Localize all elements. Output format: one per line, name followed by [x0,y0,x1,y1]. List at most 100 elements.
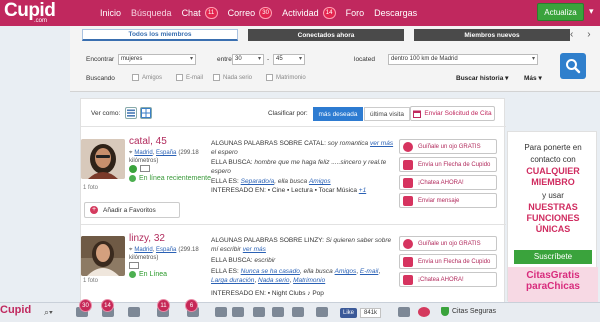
search-panel: Todos los miembros Conectados ahora Miem… [70,26,600,92]
location-block: ⌖ Madrid, España (299.18 kilómetros) [129,246,201,261]
view-toolbar: Ver como: Clasificar por: más deseada úl… [81,99,506,127]
rss-icon[interactable] [292,307,304,317]
seeks-label: ELLA BUSCA: [211,257,253,264]
nav-label: Búsqueda [131,8,172,18]
chat-now-button[interactable]: ¡Chatea AHORA! [399,175,497,190]
country-link[interactable]: España [156,247,176,253]
nav-busqueda[interactable]: Búsqueda [131,8,172,18]
nav-inicio[interactable]: Inicio [100,8,121,18]
sort-ultima-visita[interactable]: última visita [364,107,410,121]
youtube-icon[interactable] [272,307,284,317]
wink-button[interactable]: Guíñale un ojo GRATIS [399,236,497,251]
checkbox-amigos[interactable]: Amigos [132,74,162,81]
tab-miembros-nuevos[interactable]: Miembros nuevos [414,29,570,41]
seeks-link[interactable]: E-mail [360,268,378,275]
checkbox-nada-serio[interactable]: Nada serio [213,74,252,81]
wink-button[interactable]: Guíñale un ojo GRATIS [399,139,497,154]
photo-count: 1 foto [83,185,99,191]
search-history-dropdown[interactable]: Buscar historia ▾ [456,74,508,82]
is-value-link[interactable]: Separado/a [241,178,275,185]
banner-line-1: CitasGratis [526,270,580,281]
seeks-link[interactable]: Matrimonio [293,277,325,284]
checkbox-matrimonio[interactable]: Matrimonio [266,74,306,81]
chat-now-button[interactable]: ¡Chatea AHORA! [399,272,497,287]
more-dropdown[interactable]: Más ▾ [524,74,542,82]
chevron-down-icon[interactable]: ▾ [589,6,594,17]
interest-item: Cine [271,187,286,194]
gift-icon[interactable] [128,307,140,317]
profile-name[interactable]: catal, 45 [129,136,167,147]
ver-mas-link[interactable]: ver más [370,140,393,147]
age-from-select[interactable]: 30 [232,54,264,65]
is-label: ELLA ES: [211,268,239,275]
safe-dating-link[interactable]: Citas Seguras [441,307,496,316]
checkbox-email[interactable]: E-mail [176,74,203,81]
tab-todos-miembros[interactable]: Todos los miembros [82,29,238,41]
twitter-icon[interactable] [398,307,410,317]
cupid-logo[interactable]: Cupid .com [4,1,62,25]
calendar-icon [413,110,422,118]
nav-correo[interactable]: Correo 30 [228,7,273,19]
interests-text: INTERESADO EN: ▪ Cine ▪ Lectura ▪ Tocar … [211,186,396,195]
twitter-icon[interactable] [253,307,265,317]
chevron-left-icon[interactable]: ‹ [570,29,573,40]
cupid-arrow-button[interactable]: Envía un Flecha de Cupido [399,157,497,172]
profile-photo[interactable] [81,236,125,276]
city-link[interactable]: Madrid [134,150,152,156]
mobile-icon[interactable] [316,307,328,317]
search-icon[interactable]: ⌕▾ [44,307,53,318]
photo-icon[interactable] [232,307,244,317]
send-date-request-button[interactable]: Enviar Solicitud de Cita [410,106,495,121]
city-link[interactable]: Madrid [134,247,152,253]
like-count: 841k [360,308,382,318]
send-message-button[interactable]: Enviar mensaje [399,193,497,208]
cupid-arrow-button[interactable]: Envía un Flecha de Cupido [399,254,497,269]
is-value-link[interactable]: Nunca se ha casado [241,268,300,275]
more-interests-link[interactable]: +1 [359,187,366,194]
interests-label: INTERESADO EN: [211,290,266,297]
add-favorite-button[interactable]: + Añadir a Favoritos [84,202,180,218]
top-navigation: Cupid .com Inicio Búsqueda Chat 11 Correo… [0,0,600,26]
country-link[interactable]: España [156,150,176,156]
seeks-link[interactable]: Amigos [335,268,357,275]
nav-actividad[interactable]: Actividad 14 [282,7,336,19]
online-dot-icon [129,271,136,278]
citas-gratis-banner[interactable]: CitasGratis paraChicas [508,267,598,302]
nav-foro[interactable]: Foro [346,8,365,18]
bottom-logo[interactable]: Cupid [0,304,31,322]
subscribe-button[interactable]: Suscríbete [514,250,592,264]
ver-mas-link[interactable]: ver más [243,246,266,253]
like-button[interactable]: Like [340,308,358,318]
entre-label: entre [217,56,232,63]
seeks-link[interactable]: Larga duración [211,277,254,284]
gender-select[interactable]: mujeres [118,54,196,65]
nav-label: Correo [227,8,256,18]
age-to-select[interactable]: 45 [273,54,305,65]
sort-mas-deseada[interactable]: más deseada [313,107,363,121]
location-select[interactable]: dentro 100 km de Madrid [388,54,538,65]
checkbox-label: Matrimonio [276,74,306,81]
profile-name[interactable]: linzy, 32 [129,233,165,244]
seeks-amigos-link[interactable]: Amigos [309,178,331,185]
chevron-right-icon[interactable]: › [587,29,590,40]
search-button[interactable] [560,53,586,79]
upgrade-button[interactable]: Actualiza [537,3,584,21]
logo-text: Cupid [4,0,56,21]
list-view-icon[interactable] [125,107,137,119]
nav-chat[interactable]: Chat 11 [182,7,218,19]
facebook-like[interactable]: Like 841k [340,308,382,318]
is-label: ELLA ES: [211,178,239,185]
profile-photo[interactable] [81,139,125,179]
pin-icon: ⌖ [129,247,133,253]
activity-count-badge: 14 [101,299,114,312]
profile-card-catal: catal, 45 ⌖ Madrid, España (299.18 kilóm… [81,135,506,225]
grid-view-icon[interactable] [140,107,152,119]
heart-icon[interactable] [418,307,430,317]
tab-conectados-ahora[interactable]: Conectados ahora [248,29,404,41]
checkbox-box [213,74,220,81]
more-label: Más [524,75,537,82]
nav-descargas[interactable]: Descargas [374,8,417,18]
seeks-link[interactable]: Nada serio [258,277,289,284]
add-favorite-label: Añadir a Favoritos [103,206,156,214]
phone-icon[interactable] [215,307,227,317]
